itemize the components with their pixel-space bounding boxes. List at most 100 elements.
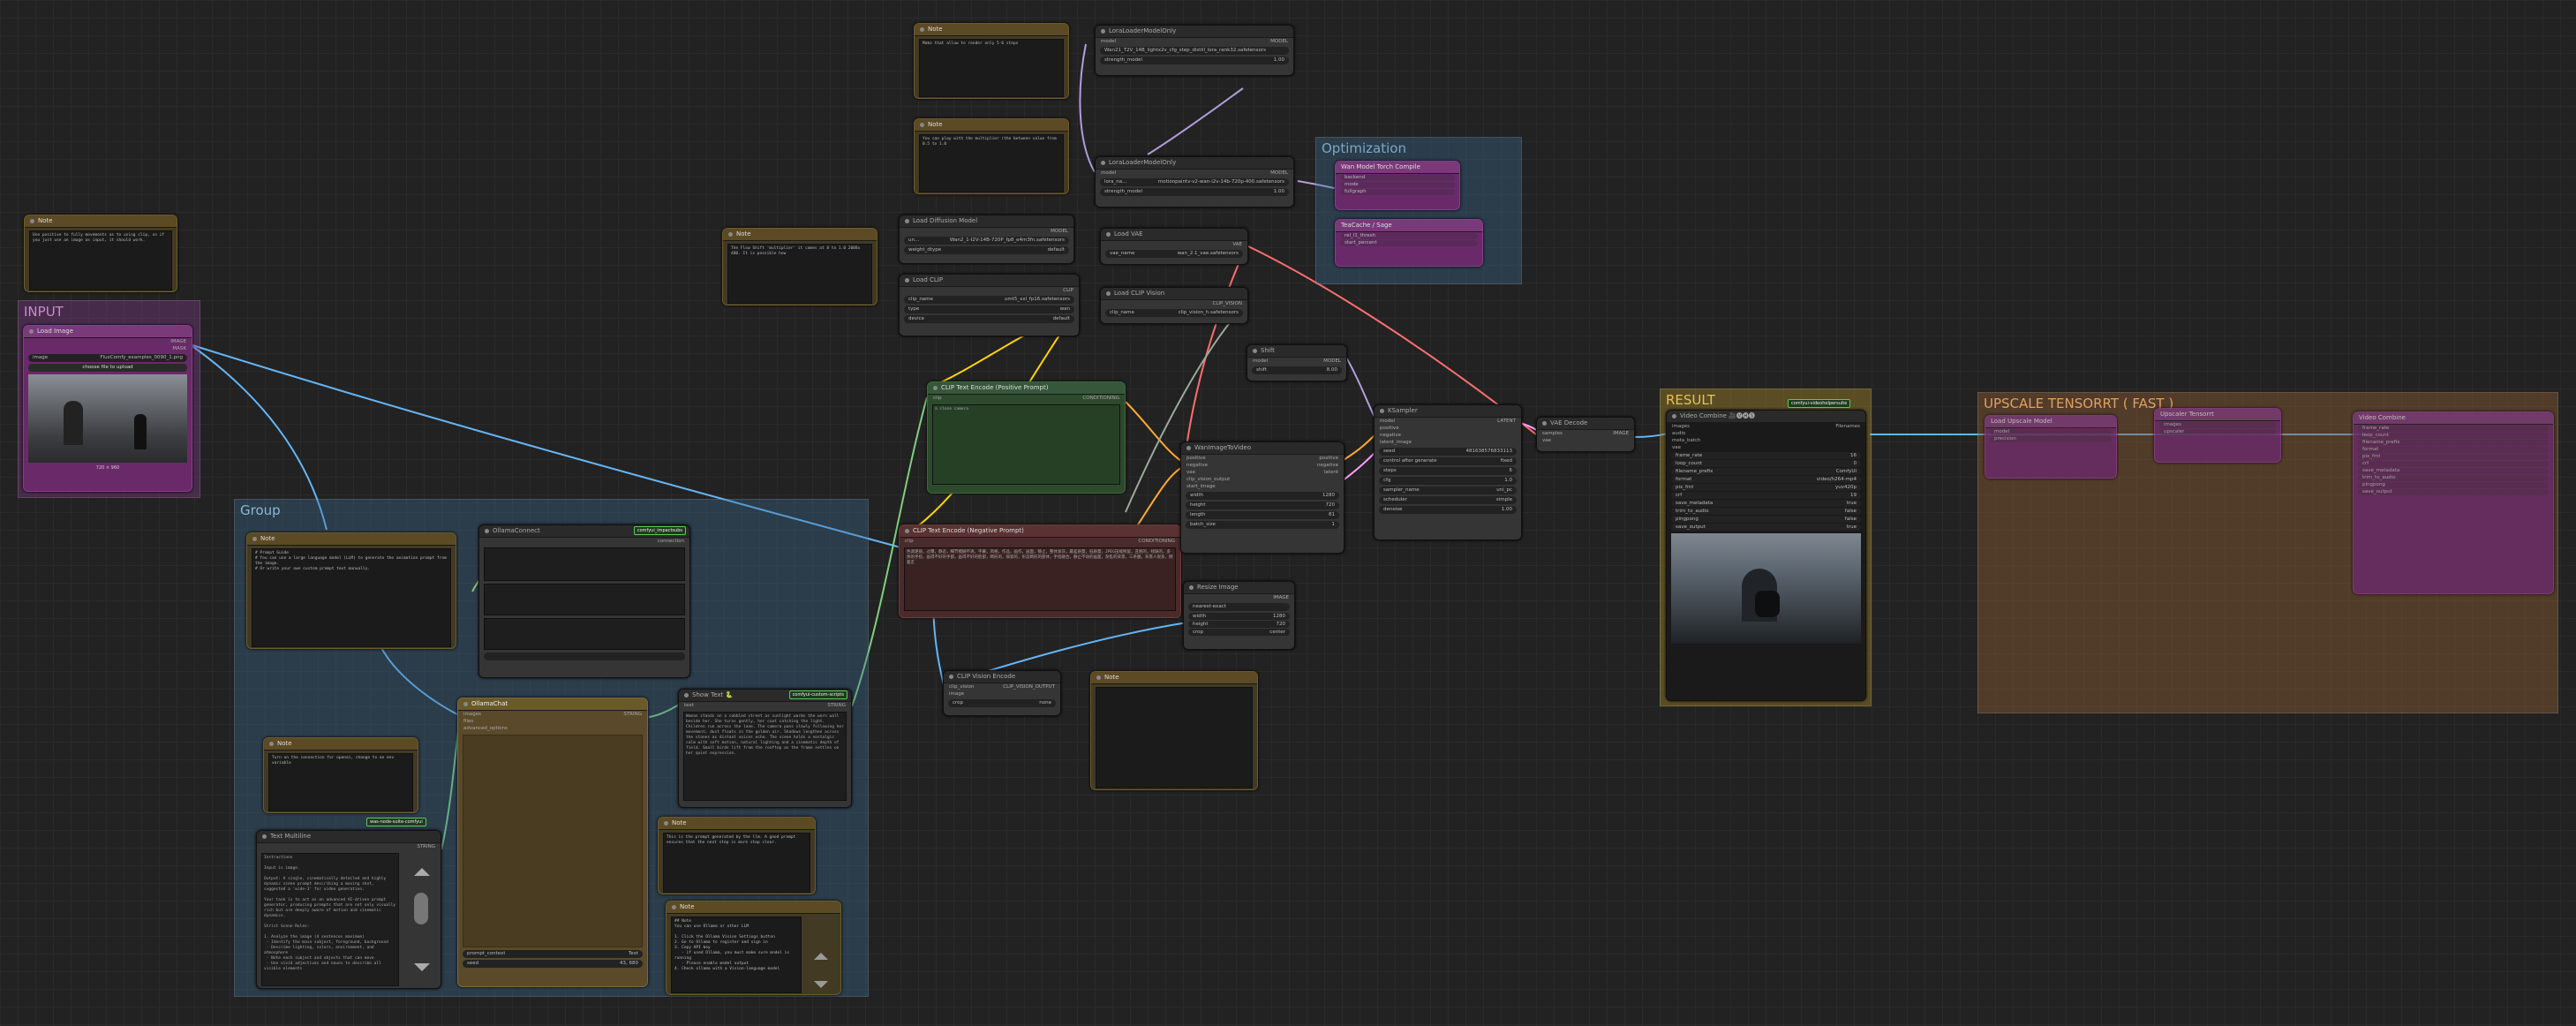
vae-select[interactable]: vae_name wan_2.1_vae.safetensors [1105, 250, 1243, 258]
ollama-chat-node[interactable]: OllamaChat images STRING files advanced_o… [457, 698, 648, 987]
video-combine-crf-field[interactable]: crf 19 [1671, 492, 1861, 499]
image-select[interactable]: image FluxComfy_examples_0090_1.png [28, 354, 187, 362]
lora-loader-1[interactable]: LoraLoaderModelOnly model MODEL Wan21_T2V… [1095, 25, 1294, 76]
video-combine-pingpong-field[interactable]: pingpong false [1671, 516, 1861, 523]
clip-input[interactable]: clip [905, 538, 914, 545]
shift-node[interactable]: Shift model MODEL shift 8.00 [1247, 344, 1347, 381]
shift-slider[interactable]: shift 8.00 [1252, 366, 1342, 374]
upscale-pingpong-field[interactable]: pingpong [2358, 482, 2549, 488]
conditioning-output[interactable]: CONDITIONING [1138, 538, 1175, 545]
scheduler-select[interactable]: scheduler simple [1379, 496, 1517, 504]
video-combine-format-field[interactable]: format video/h264-mp4 [1671, 476, 1861, 483]
upload-button[interactable]: choose file to upload [28, 364, 187, 372]
optimization-mode-field[interactable]: mode [1340, 182, 1455, 188]
vae-input[interactable]: vae [1186, 469, 1195, 476]
ksampler-node[interactable]: KSampler model LATENT positive negative l… [1374, 404, 1522, 540]
scroll-up-icon[interactable] [814, 953, 828, 960]
upscale-precision-field[interactable]: precision [1990, 436, 2112, 442]
model-output[interactable]: MODEL [1270, 170, 1288, 177]
note-text[interactable]: The Flow Shift 'multiplier' it comes at … [727, 244, 872, 304]
upscale-trim-to-audio-field[interactable]: trim_to_audio [2358, 475, 2549, 481]
scroll-down-icon[interactable] [414, 963, 430, 971]
upscale-crf-field[interactable]: crf [2358, 461, 2549, 467]
video-combine-node[interactable]: Video Combine 🎥🅥🅗🅢 images Filenames audio… [1666, 410, 1866, 701]
note-right-bottom[interactable]: Note ## Note You can use Ollama or other… [666, 901, 841, 995]
seed-field[interactable]: seed 43, 680 [463, 960, 643, 968]
optimization-node-1[interactable]: Wan Model Torch Compile backend mode fullg… [1335, 161, 1460, 210]
note-text[interactable]: Turn on the connection for openai, chang… [268, 753, 413, 811]
upscale-format-field[interactable]: format [2358, 447, 2549, 453]
interpolation-select[interactable]: nearest-exact [1188, 603, 1290, 611]
multiline-textarea[interactable]: Instructions Input is image. Output: A s… [261, 853, 399, 986]
load-clip[interactable]: Load CLIP CLIP clip_name umt5_xxl_fp16.sa… [899, 274, 1080, 336]
ollama-connect-node[interactable]: OllamaConnect connection comfyui_impacts… [478, 524, 690, 678]
video-combine-frame-rate-field[interactable]: frame_rate 16 [1671, 452, 1861, 459]
note-center-left[interactable]: Note The Flow Shift 'multiplier' it come… [722, 228, 877, 306]
steps-field[interactable]: steps 6 [1379, 467, 1517, 475]
vae-output[interactable]: VAE [1232, 241, 1242, 248]
optimization-start-percent-field[interactable]: start_percent [1340, 240, 1478, 246]
model-output[interactable]: MODEL [1051, 228, 1068, 235]
positive-output[interactable]: positive [1319, 455, 1338, 462]
note-group-small[interactable]: Note Turn on the connection for openai, … [263, 737, 418, 813]
ollama-select[interactable] [484, 653, 685, 660]
video-combine-trim-to-audio-field[interactable]: trim_to_audio false [1671, 508, 1861, 515]
positive-input[interactable]: positive [1380, 425, 1399, 432]
upscale-frame-rate-field[interactable]: frame_rate [2358, 426, 2549, 432]
note-text[interactable]: ## Note You can use Ollama or other LLM … [671, 917, 802, 993]
shown-text[interactable]: Woman stands on a cobbled street as sunl… [683, 712, 847, 801]
model-output[interactable]: MODEL [1323, 358, 1341, 365]
upscale-upscaler-field[interactable]: upscaler [2159, 429, 2276, 435]
scroll-down-icon[interactable] [814, 981, 828, 988]
string-output[interactable]: STRING [417, 843, 435, 850]
connection-output[interactable]: connection [658, 538, 684, 545]
chat-prompt-area[interactable] [463, 735, 643, 947]
clip-vision-select[interactable]: clip_name clip_vision_h.safetensors [1105, 309, 1243, 317]
width-field[interactable]: width 1280 [1186, 492, 1339, 500]
text-input[interactable]: text [684, 702, 694, 709]
start-image-input[interactable]: start_image [1186, 483, 1216, 490]
lora-loader-2[interactable]: LoraLoaderModelOnly model MODEL lora_na..… [1095, 156, 1294, 207]
note-top-left[interactable]: Note Use positive to fully movements as … [24, 215, 177, 292]
lora-name-select[interactable]: lora_na... motionpaintv-v2-wan-i2v-14b-72… [1100, 178, 1289, 186]
optimization-node-2[interactable]: TeaCache / Sage rel_l1_thresh start_perce… [1335, 219, 1483, 267]
audio-input[interactable]: audio [1672, 430, 1685, 437]
upscale-model-field[interactable]: model [1990, 429, 2112, 435]
upscale-images-field[interactable]: images [2159, 422, 2276, 428]
images-input[interactable]: images [1672, 423, 1690, 430]
upscale-loop-count-field[interactable]: loop_count [2358, 433, 2549, 439]
model-input[interactable]: model [1101, 170, 1116, 177]
ollama-model-field[interactable] [484, 584, 685, 615]
mask-output[interactable]: MASK [172, 345, 186, 352]
filenames-output[interactable]: Filenames [1835, 423, 1860, 430]
note-group-main[interactable]: Note # Prompt Guide # You can use a larg… [246, 532, 456, 649]
string-output[interactable]: STRING [623, 711, 642, 718]
strength-slider[interactable]: strength_model 1.00 [1100, 188, 1289, 196]
resize-image-node[interactable]: Resize Image IMAGE nearest-exact width 12… [1183, 581, 1295, 650]
note-text[interactable]: You can play with the multiplier (the be… [919, 134, 1064, 192]
video-combine-save-output-field[interactable]: save_output true [1671, 524, 1861, 531]
cfg-field[interactable]: cfg 1.0 [1379, 477, 1517, 485]
note-text[interactable]: Use positive to fully movements as to us… [29, 230, 172, 290]
positive-input[interactable]: positive [1186, 455, 1206, 462]
video-preview[interactable] [1671, 533, 1861, 644]
latent-input[interactable]: latent_image [1380, 439, 1412, 446]
video-combine-pix-fmt-field[interactable]: pix_fmt yuv420p [1671, 484, 1861, 491]
video-combine-save-metadata-field[interactable]: save_metadata true [1671, 500, 1861, 507]
resize-width-field[interactable]: width 1280 [1188, 613, 1290, 620]
clip-text-encode-positive[interactable]: CLIP Text Encode (Positive Prompt) clip C… [927, 381, 1126, 494]
latent-output[interactable]: latent [1324, 469, 1338, 476]
upscale-save-output-field[interactable]: save_output [2358, 489, 2549, 495]
negative-input[interactable]: negative [1380, 432, 1401, 439]
upscale-save-metadata-field[interactable]: save_metadata [2358, 468, 2549, 474]
note-mid-center[interactable]: Note You can play with the multiplier (t… [914, 118, 1069, 194]
clip-output[interactable]: CLIP [1063, 287, 1073, 294]
clip-name-select[interactable]: clip_name umt5_xxl_fp16.safetensors [904, 296, 1074, 304]
meta-batch-input[interactable]: meta_batch [1672, 437, 1701, 444]
load-image-node[interactable]: Load Image IMAGE MASK image FluxComfy_exa… [23, 325, 192, 492]
image-output[interactable]: IMAGE [1613, 430, 1629, 437]
resize-height-field[interactable]: height 720 [1188, 621, 1290, 628]
clip-text-encode-negative[interactable]: CLIP Text Encode (Negative Prompt) clip C… [899, 524, 1181, 618]
upscale-node-1[interactable]: Load Upscale Model model precision [1985, 415, 2117, 479]
conditioning-output[interactable]: CONDITIONING [1082, 395, 1119, 402]
